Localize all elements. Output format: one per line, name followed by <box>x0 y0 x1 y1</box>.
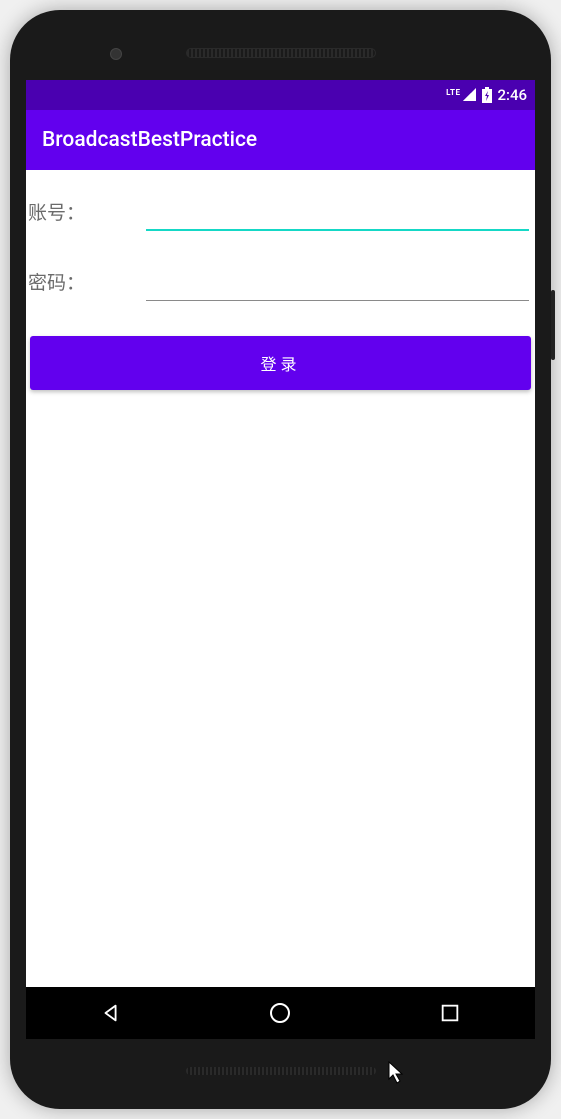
password-input-wrap <box>146 261 529 301</box>
phone-speaker-bottom <box>186 1067 376 1075</box>
account-underline <box>146 229 529 231</box>
status-bar: LTE 2:46 <box>26 80 535 110</box>
content-area: 账号： 密码： 登录 <box>26 170 535 987</box>
phone-camera <box>110 48 122 60</box>
nav-recent-button[interactable] <box>410 993 490 1033</box>
password-underline <box>146 300 529 301</box>
circle-home-icon <box>268 1001 292 1025</box>
mouse-cursor-icon <box>388 1061 406 1089</box>
account-input-wrap <box>146 191 529 231</box>
nav-back-button[interactable] <box>71 993 151 1033</box>
account-label: 账号： <box>26 198 146 225</box>
account-row: 账号： <box>26 170 535 240</box>
cellular-signal-icon <box>462 88 477 102</box>
app-title: BroadcastBestPractice <box>42 128 257 152</box>
password-label: 密码： <box>26 268 146 295</box>
app-bar: BroadcastBestPractice <box>26 110 535 170</box>
square-recent-icon <box>439 1002 461 1024</box>
navigation-bar <box>26 987 535 1039</box>
screen: LTE 2:46 BroadcastBestPractice 账号： 密码： <box>26 80 535 1039</box>
account-input[interactable] <box>146 199 529 231</box>
network-type-label: LTE <box>446 88 460 97</box>
phone-power-button[interactable] <box>551 290 555 360</box>
nav-home-button[interactable] <box>240 993 320 1033</box>
clock-time: 2:46 <box>497 86 527 104</box>
password-input[interactable] <box>146 269 529 301</box>
triangle-back-icon <box>100 1002 122 1024</box>
password-row: 密码： <box>26 240 535 310</box>
login-button[interactable]: 登录 <box>30 336 531 390</box>
battery-charging-icon <box>482 87 492 103</box>
phone-speaker-top <box>186 48 376 58</box>
phone-frame: LTE 2:46 BroadcastBestPractice 账号： 密码： <box>10 10 551 1109</box>
